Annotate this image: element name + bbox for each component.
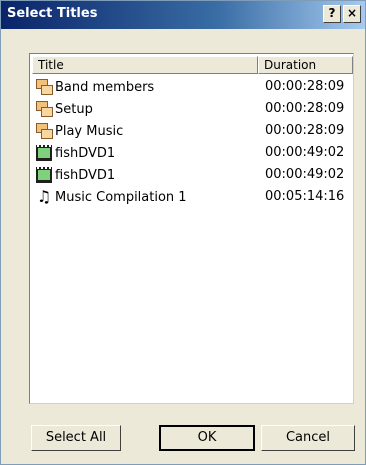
select-all-button[interactable]: Select All xyxy=(31,425,121,451)
table-row[interactable]: ♫ Music Compilation 1 00:05:14:16 xyxy=(32,186,353,208)
list-header: Title Duration xyxy=(32,56,353,74)
row-title: Band members xyxy=(55,79,155,95)
music-note-icon: ♫ xyxy=(36,187,52,206)
row-duration: 00:00:28:09 xyxy=(265,123,345,138)
table-row[interactable]: fishDVD1 00:00:49:02 xyxy=(32,164,353,186)
film-icon xyxy=(36,167,52,183)
cancel-button[interactable]: Cancel xyxy=(261,425,355,451)
table-row[interactable]: Setup 00:00:28:09 xyxy=(32,98,353,120)
table-row[interactable]: Band members 00:00:28:09 xyxy=(32,76,353,98)
row-title: fishDVD1 xyxy=(55,167,116,183)
row-duration: 00:00:28:09 xyxy=(265,101,345,116)
row-title: fishDVD1 xyxy=(55,145,116,161)
row-duration: 00:00:28:09 xyxy=(265,79,345,94)
select-titles-dialog: Select Titles ? × Title Duration Band me… xyxy=(0,0,366,465)
table-row[interactable]: fishDVD1 00:00:49:02 xyxy=(32,142,353,164)
film-icon xyxy=(36,145,52,161)
row-duration: 00:05:14:16 xyxy=(265,189,345,204)
title-bar[interactable]: Select Titles ? × xyxy=(1,1,365,29)
dialog-title: Select Titles xyxy=(7,6,98,21)
column-header-title[interactable]: Title xyxy=(32,56,258,74)
chapter-icon xyxy=(36,123,53,139)
row-duration: 00:00:49:02 xyxy=(265,145,345,160)
ok-button[interactable]: OK xyxy=(159,425,255,451)
close-button[interactable]: × xyxy=(343,5,361,23)
table-row[interactable]: Play Music 00:00:28:09 xyxy=(32,120,353,142)
chapter-icon xyxy=(36,101,53,117)
row-title: Setup xyxy=(55,101,93,117)
row-duration: 00:00:49:02 xyxy=(265,167,345,182)
row-title: Music Compilation 1 xyxy=(55,189,187,205)
titles-list[interactable]: Title Duration Band members 00:00:28:09 … xyxy=(29,53,354,404)
help-button[interactable]: ? xyxy=(323,5,341,23)
column-header-duration[interactable]: Duration xyxy=(258,56,353,74)
chapter-icon xyxy=(36,79,53,95)
row-title: Play Music xyxy=(55,123,124,139)
